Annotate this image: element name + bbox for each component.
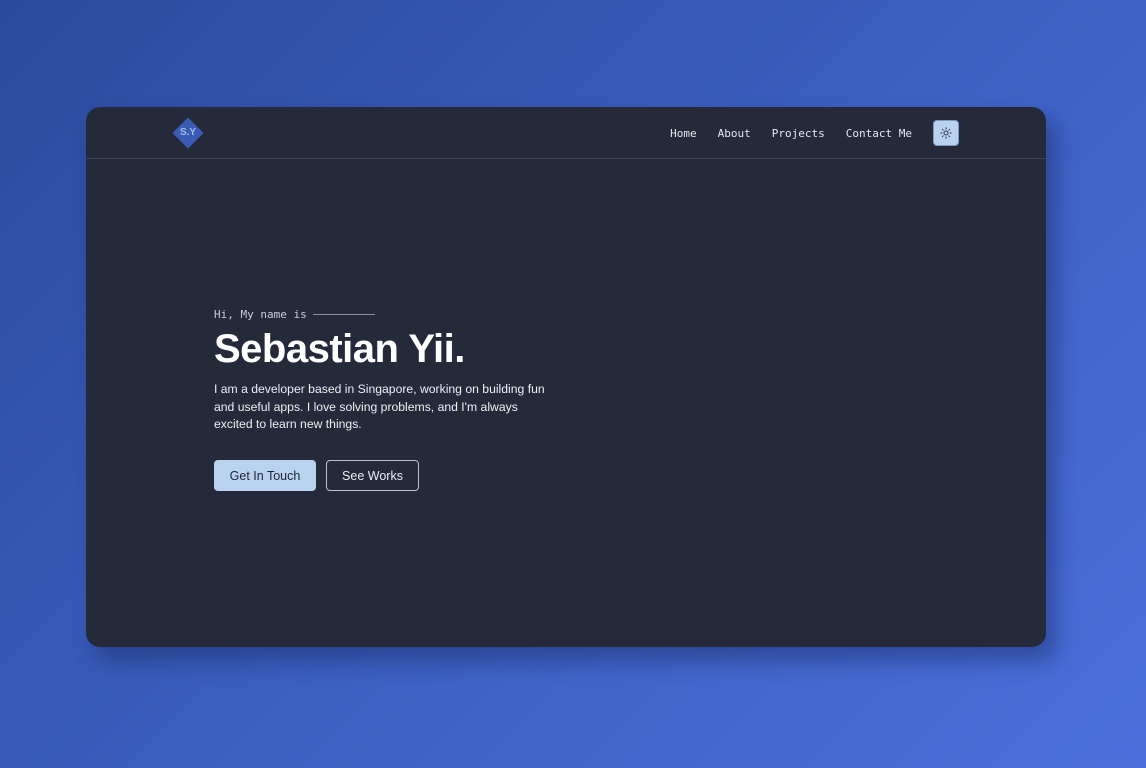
nav-home-link[interactable]: Home <box>670 127 697 140</box>
greeting-text: Hi, My name is <box>214 307 307 321</box>
hero-name: Sebastian Yii. <box>214 327 465 371</box>
nav-links: Home About Projects Contact Me <box>670 107 912 159</box>
hero-buttons: Get In Touch See Works <box>214 460 634 492</box>
nav-contact-link[interactable]: Contact Me <box>846 127 912 140</box>
greeting-divider <box>312 313 375 315</box>
hero-section: Hi, My name is Sebastian Yii. I am a dev… <box>214 305 634 492</box>
theme-toggle-button[interactable] <box>933 120 959 146</box>
nav-about-link[interactable]: About <box>718 127 751 140</box>
logo-text: S.Y <box>179 127 197 138</box>
get-in-touch-button[interactable]: Get In Touch <box>214 460 316 492</box>
greeting-row: Hi, My name is <box>214 305 634 323</box>
sun-icon <box>940 127 952 139</box>
logo[interactable]: S.Y <box>172 117 204 149</box>
hero-bio: I am a developer based in Singapore, wor… <box>214 382 545 432</box>
browser-window: S.Y Home About Projects Contact Me Hi, M… <box>86 107 1046 647</box>
nav-projects-link[interactable]: Projects <box>772 127 825 140</box>
see-works-button[interactable]: See Works <box>326 460 419 492</box>
navbar: S.Y Home About Projects Contact Me <box>86 107 1046 159</box>
